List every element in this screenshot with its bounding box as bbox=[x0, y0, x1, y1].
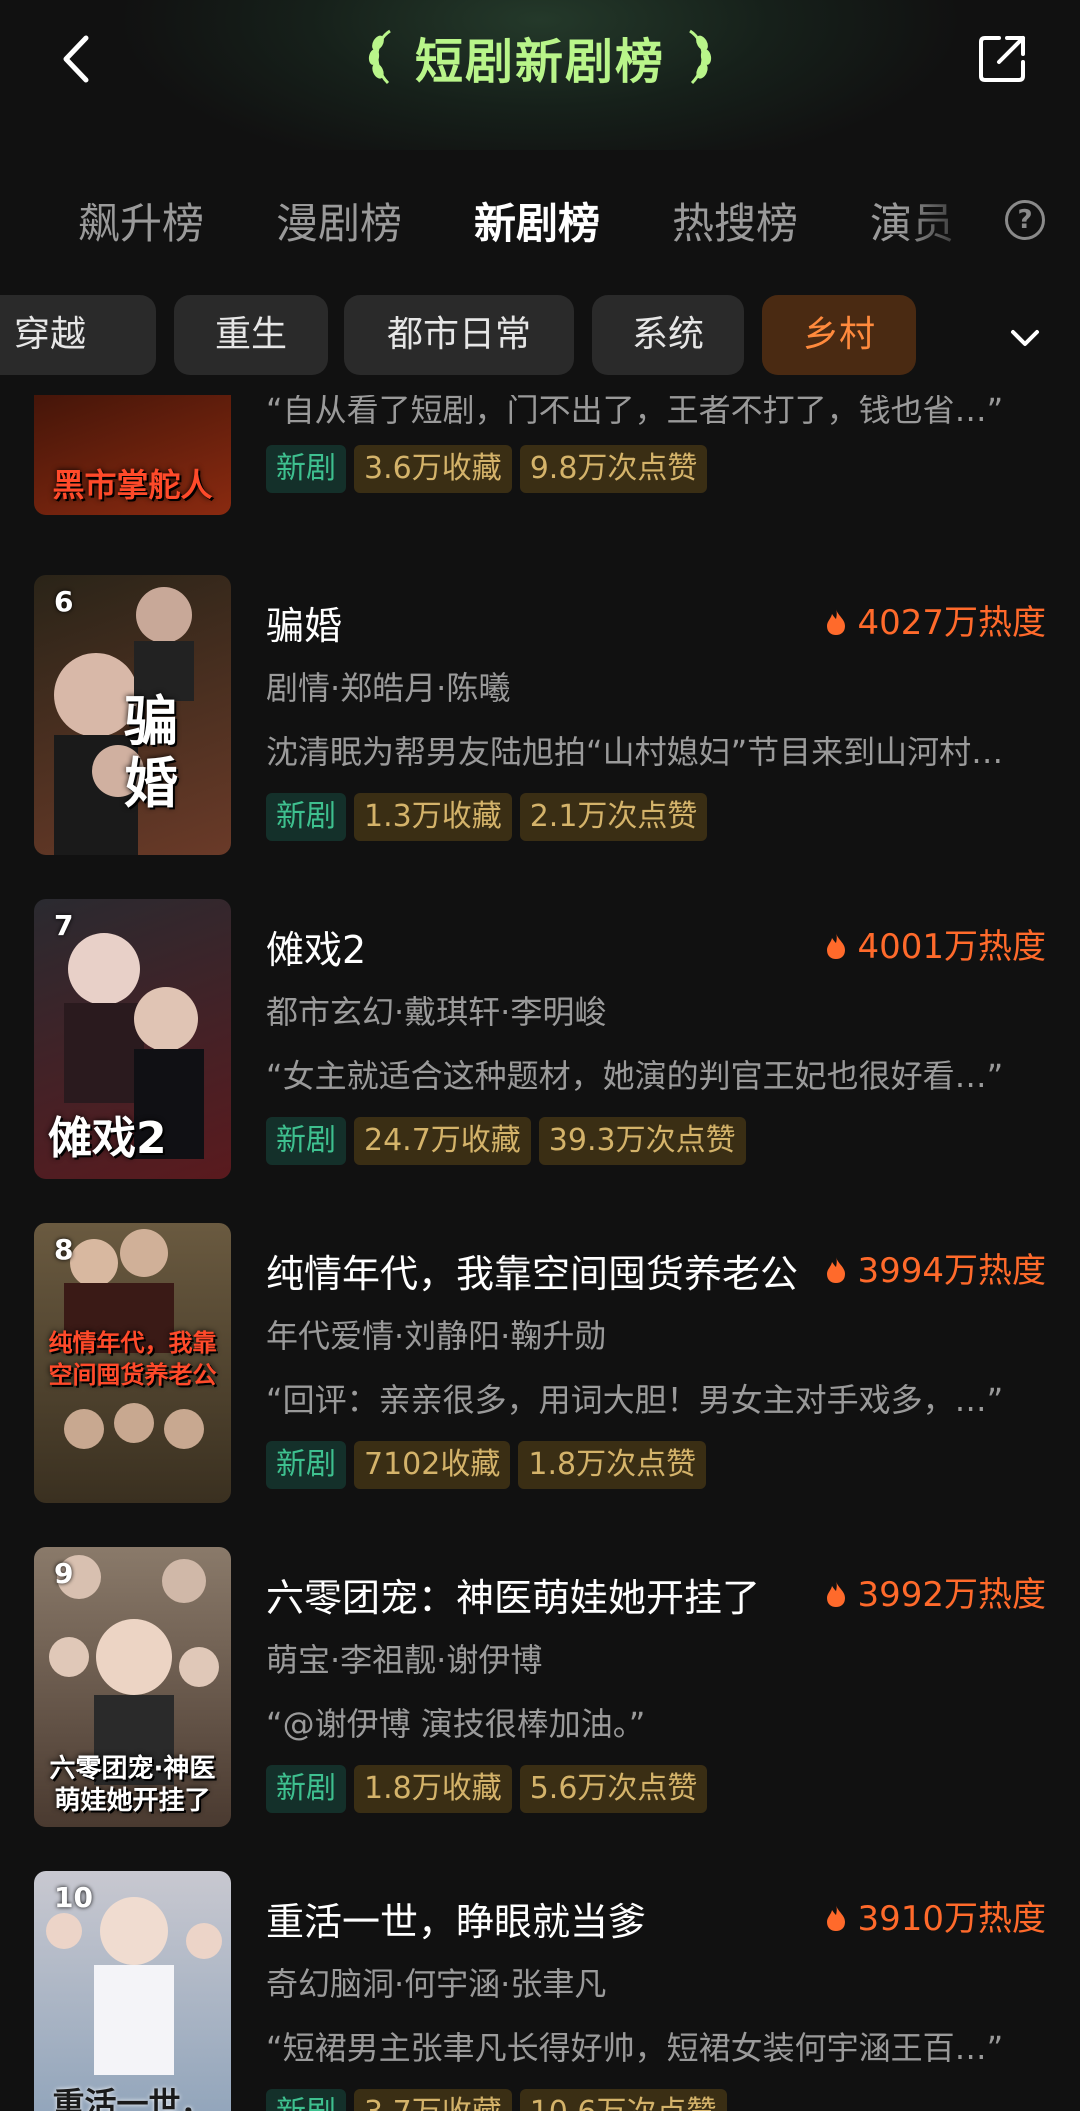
likes-count: 1.8万次点赞 bbox=[518, 1441, 707, 1489]
item-tags: 新剧 3.6万收藏 9.8万次点赞 bbox=[266, 445, 715, 495]
page-title-group: 短剧新剧榜 bbox=[0, 22, 1080, 92]
item-title: 纯情年代，我靠空间囤货养老公 bbox=[266, 1252, 799, 1296]
list-item[interactable]: 8 纯情年代，我靠空间囤货养老公 纯情年代，我靠空间囤货养老公 3994万热度 … bbox=[0, 1223, 1080, 1513]
new-drama-tag: 新剧 bbox=[266, 1441, 346, 1489]
new-drama-tag: 新剧 bbox=[266, 1765, 346, 1813]
share-button[interactable] bbox=[975, 30, 1031, 86]
poster-title: 重活一世，睁眼就当爹 bbox=[52, 2085, 213, 2111]
expand-categories-button[interactable] bbox=[1005, 318, 1045, 358]
heat-score: 3910万热度 bbox=[825, 1891, 1046, 1940]
cover-image[interactable]: 8 纯情年代，我靠空间囤货养老公 bbox=[34, 1223, 231, 1503]
list-item[interactable]: 7 傩戏2 傩戏2 4001万热度 都市玄幻·戴琪轩·李明峻 “女主就适合这种题… bbox=[0, 899, 1080, 1189]
flame-icon bbox=[827, 1581, 846, 1607]
item-quote: “短裙男主张聿凡长得好帅，短裙女装何宇涵王百…” bbox=[266, 2029, 1004, 2067]
flame-icon bbox=[827, 933, 846, 959]
chip-system[interactable]: 系统 bbox=[592, 295, 744, 375]
new-drama-tag: 新剧 bbox=[266, 1117, 346, 1165]
heat-score: 4001万热度 bbox=[825, 919, 1046, 968]
new-drama-tag: 新剧 bbox=[266, 445, 346, 493]
rank-number: 8 bbox=[54, 1233, 74, 1266]
item-meta: 年代爱情·刘静阳·鞠升勋 bbox=[266, 1317, 607, 1355]
heat-score: 3994万热度 bbox=[825, 1243, 1046, 1292]
poster-title: 黑市掌舵人 bbox=[52, 466, 213, 504]
item-tags: 新剧 1.8万收藏 5.6万次点赞 bbox=[266, 1765, 715, 1815]
item-meta: 萌宝·李祖靓·谢伊博 bbox=[266, 1641, 543, 1679]
poster-title: 傩戏2 bbox=[48, 1113, 167, 1164]
poster-title: 六零团宠·神医萌娃她开挂了 bbox=[49, 1754, 216, 1816]
flame-icon bbox=[827, 1905, 846, 1931]
item-title: 骗婚 bbox=[266, 604, 343, 648]
heat-score: 3992万热度 bbox=[825, 1567, 1046, 1616]
tabs-fade bbox=[900, 180, 980, 260]
share-icon bbox=[979, 36, 1025, 82]
cover-image[interactable]: 9 六零团宠·神医萌娃她开挂了 bbox=[34, 1547, 231, 1827]
chip-countryside[interactable]: 乡村 bbox=[762, 295, 916, 375]
drama-list: 黑市掌舵人 “自从看了短剧，门不出了，王者不打了，钱也省…” 新剧 3.6万收藏 9… bbox=[0, 395, 1080, 2111]
laurel-left-icon bbox=[368, 29, 391, 85]
top-bar: 短剧新剧榜 bbox=[0, 0, 1080, 150]
flame-icon bbox=[827, 1257, 846, 1283]
rank-number: 10 bbox=[54, 1881, 93, 1914]
tab-new-drama[interactable]: 新剧榜 bbox=[474, 190, 600, 251]
cover-image[interactable]: 7 傩戏2 bbox=[34, 899, 231, 1179]
chip-urban-daily[interactable]: 都市日常 bbox=[344, 295, 574, 375]
likes-count: 5.6万次点赞 bbox=[519, 1765, 708, 1813]
heat-value: 4001万热度 bbox=[857, 927, 1046, 967]
item-tags: 新剧 24.7万收藏 39.3万次点赞 bbox=[266, 1117, 754, 1167]
item-title: 六零团宠：神医萌娃她开挂了 bbox=[266, 1576, 761, 1620]
favorites-count: 7102收藏 bbox=[354, 1441, 511, 1489]
item-meta: 都市玄幻·戴琪轩·李明峻 bbox=[266, 993, 607, 1031]
tab-comic-drama[interactable]: 漫剧榜 bbox=[276, 190, 402, 251]
poster-title: 骗婚 bbox=[124, 690, 178, 815]
favorites-count: 1.3万收藏 bbox=[354, 793, 512, 841]
help-icon[interactable]: ? bbox=[1005, 200, 1045, 240]
tab-hot-search[interactable]: 热搜榜 bbox=[672, 190, 798, 251]
item-title: 重活一世，睁眼就当爹 bbox=[266, 1900, 647, 1944]
item-quote: “自从看了短剧，门不出了，王者不打了，钱也省…” bbox=[266, 395, 1004, 429]
poster-title: 纯情年代，我靠空间囤货养老公 bbox=[48, 1329, 217, 1389]
chip-time-travel[interactable]: 穿越 bbox=[0, 295, 156, 375]
likes-count: 39.3万次点赞 bbox=[538, 1117, 746, 1165]
likes-count: 2.1万次点赞 bbox=[519, 793, 708, 841]
heat-value: 3992万热度 bbox=[857, 1575, 1046, 1615]
chevron-down-icon bbox=[1011, 330, 1039, 346]
item-quote: “回评：亲亲很多，用词大胆！男女主对手戏多，…” bbox=[266, 1381, 1004, 1419]
category-chips: 穿越 重生 都市日常 系统 乡村 bbox=[0, 295, 1080, 377]
item-quote: 沈清眠为帮男友陆旭拍“山村媳妇”节目来到山河村… bbox=[266, 733, 1004, 771]
item-quote: “@谢伊博 演技很棒加油。” bbox=[266, 1705, 646, 1743]
new-drama-tag: 新剧 bbox=[266, 2089, 346, 2111]
list-item[interactable]: 9 六零团宠·神医萌娃她开挂了 六零团宠：神医萌娃她开挂了 3992万热度 萌宝… bbox=[0, 1547, 1080, 1837]
item-quote: “女主就适合这种题材，她演的判官王妃也很好看…” bbox=[266, 1057, 1004, 1095]
laurel-right-icon bbox=[689, 29, 712, 85]
new-drama-tag: 新剧 bbox=[266, 793, 346, 841]
item-title: 傩戏2 bbox=[266, 928, 367, 972]
chip-rebirth[interactable]: 重生 bbox=[174, 295, 328, 375]
favorites-count: 3.7万收藏 bbox=[354, 2089, 512, 2111]
likes-count: 9.8万次点赞 bbox=[519, 445, 708, 493]
item-meta: 剧情·郑皓月·陈曦 bbox=[266, 669, 511, 707]
flame-icon bbox=[827, 609, 846, 635]
favorites-count: 3.6万收藏 bbox=[354, 445, 512, 493]
list-item[interactable]: 6 骗婚 骗婚 4027万热度 剧情·郑皓月·陈曦 沈清眠为帮男友陆旭拍“山村媳… bbox=[0, 575, 1080, 865]
item-tags: 新剧 3.7万收藏 10.6万次点赞 bbox=[266, 2089, 735, 2111]
tab-soaring[interactable]: 飙升榜 bbox=[78, 190, 204, 251]
list-item[interactable]: 10 重活一世，睁眼就当爹 重活一世，睁眼就当爹 3910万热度 奇幻脑洞·何宇… bbox=[0, 1871, 1080, 2111]
heat-score: 4027万热度 bbox=[825, 595, 1046, 644]
cover-image[interactable]: 10 重活一世，睁眼就当爹 bbox=[34, 1871, 231, 2111]
page-title: 短剧新剧榜 bbox=[414, 34, 665, 90]
item-meta: 奇幻脑洞·何宇涵·张聿凡 bbox=[266, 1965, 607, 2003]
likes-count: 10.6万次点赞 bbox=[519, 2089, 727, 2111]
favorites-count: 24.7万收藏 bbox=[354, 1117, 531, 1165]
heat-value: 3910万热度 bbox=[857, 1899, 1046, 1939]
item-tags: 新剧 1.3万收藏 2.1万次点赞 bbox=[266, 793, 715, 843]
favorites-count: 1.8万收藏 bbox=[354, 1765, 512, 1813]
item-tags: 新剧 7102收藏 1.8万次点赞 bbox=[266, 1441, 714, 1491]
rank-number: 7 bbox=[54, 909, 74, 942]
cover-image[interactable]: 黑市掌舵人 bbox=[34, 395, 231, 515]
heat-value: 3994万热度 bbox=[857, 1251, 1046, 1291]
rank-number: 9 bbox=[54, 1557, 74, 1590]
heat-value: 4027万热度 bbox=[857, 603, 1046, 643]
cover-image[interactable]: 6 骗婚 bbox=[34, 575, 231, 855]
rank-number: 6 bbox=[54, 585, 74, 618]
